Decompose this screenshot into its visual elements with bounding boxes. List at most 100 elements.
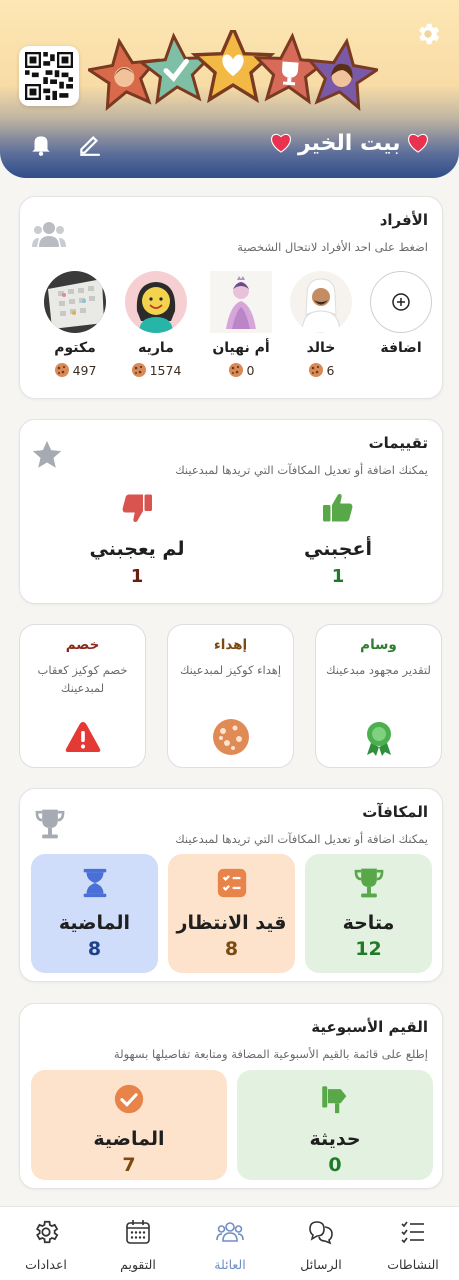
member-khalid[interactable]: خالد 6 (281, 271, 361, 378)
member-points: 6 (281, 362, 361, 378)
edit-pencil-icon[interactable] (77, 131, 103, 157)
dislike-rating[interactable]: لم يعجبني 1 (67, 490, 207, 587)
members-card: الأفراد اضغط على احد الأفراد لانتحال الش… (19, 196, 443, 399)
dislike-label: لم يعجبني (89, 538, 185, 560)
past-weekly-tile[interactable]: الماضية 7 (31, 1070, 227, 1180)
available-count: 12 (355, 938, 382, 960)
gear-icon (35, 1220, 59, 1244)
star-heart-icon (193, 30, 273, 102)
medal-icon (366, 722, 391, 756)
rewards-title: المكافآت (362, 803, 428, 821)
hourglass-icon (83, 868, 106, 898)
megaphone-icon (322, 1086, 347, 1114)
nav-family-label: العائلة (214, 1257, 246, 1272)
avatar (290, 271, 352, 333)
members-title: الأفراد (379, 211, 428, 229)
like-rating[interactable]: أعجبني 1 (268, 490, 408, 587)
warning-icon (65, 722, 100, 752)
avatar (44, 271, 106, 333)
deduct-card[interactable]: خصم خصم كوكيز كعقاب لمبدعينك (19, 624, 146, 768)
add-member-button[interactable]: اضافة (361, 271, 441, 356)
pending-rewards-tile[interactable]: قيد الانتظار 8 (168, 854, 295, 973)
cookie-icon (54, 363, 69, 377)
gift-card[interactable]: إهداء إهداء كوكيز لمبدعينك (167, 624, 294, 768)
dislike-count: 1 (130, 566, 144, 587)
star-icon (32, 440, 62, 468)
past-weekly-label: الماضية (93, 1128, 165, 1150)
deduct-title: خصم (65, 637, 100, 653)
member-um-nahyan[interactable]: أم نهيان 0 (201, 271, 281, 378)
member-name: خالد (306, 340, 336, 356)
add-circle (370, 271, 432, 333)
nav-settings-label: اعدادات (25, 1257, 67, 1272)
heart-icon (407, 133, 428, 153)
calendar-icon (126, 1220, 150, 1244)
member-maktoum[interactable]: مكتوم 497 (35, 271, 115, 378)
pending-label: قيد الانتظار (176, 912, 287, 934)
trophy-icon (354, 868, 383, 898)
nav-messages[interactable]: الرسائل (275, 1207, 367, 1280)
past-rewards-count: 8 (87, 938, 102, 960)
checklist-icon (217, 868, 246, 898)
qr-code[interactable] (19, 46, 79, 106)
checklist-icon (401, 1221, 424, 1244)
member-points-value: 6 (326, 362, 335, 378)
family-name: بيت الخير (298, 130, 401, 156)
add-member-label: اضافة (380, 340, 422, 356)
member-points-value: 1574 (149, 362, 182, 378)
nav-family[interactable]: العائلة (184, 1207, 276, 1280)
past-rewards-label: الماضية (58, 912, 131, 934)
princess-avatar-icon (210, 271, 272, 333)
thumbs-down-icon (122, 494, 152, 522)
like-count: 1 (331, 566, 345, 587)
nav-activities-label: النشاطات (387, 1257, 439, 1272)
new-weekly-label: حديثة (309, 1128, 361, 1150)
past-rewards-tile[interactable]: الماضية 8 (31, 854, 158, 973)
like-label: أعجبني (304, 538, 372, 560)
available-rewards-tile[interactable]: متاحة 12 (305, 854, 432, 973)
members-subtitle: اضغط على احد الأفراد لانتحال الشخصية (237, 240, 428, 254)
member-maria[interactable]: ماريه 1574 (116, 271, 196, 378)
pending-count: 8 (224, 938, 239, 960)
group-icon (32, 222, 66, 247)
member-points-value: 497 (72, 362, 97, 378)
nav-calendar[interactable]: التقويم (92, 1207, 184, 1280)
ratings-subtitle: يمكنك اضافة أو تعديل المكافآت التي تريده… (175, 463, 428, 477)
cookie-icon (212, 719, 249, 755)
chat-bubbles-icon (309, 1221, 333, 1245)
avatar (210, 271, 272, 333)
qr-code-icon (25, 52, 73, 100)
nav-settings[interactable]: اعدادات (0, 1207, 92, 1280)
medal-title: وسام (360, 637, 397, 653)
star-check-icon (138, 32, 214, 104)
rewards-subtitle: يمكنك اضافة أو تعديل المكافآت التي تريده… (175, 832, 428, 846)
member-name: ماريه (138, 340, 174, 356)
trophy-icon (35, 809, 65, 839)
heart-icon (271, 133, 291, 153)
weekly-title: القيم الأسبوعية (311, 1018, 428, 1036)
medal-desc: لتقدير مجهود مبدعينك (326, 663, 431, 677)
plus-circle-icon (392, 293, 410, 311)
star-girl-icon (302, 35, 378, 111)
gift-desc: إهداء كوكيز لمبدعينك (179, 663, 282, 677)
photo-avatar-icon (44, 271, 106, 333)
bell-icon[interactable] (28, 131, 54, 157)
thumbs-up-icon (323, 494, 353, 522)
check-circle-icon (114, 1084, 144, 1114)
new-weekly-tile[interactable]: حديثة 0 (237, 1070, 433, 1180)
deduct-desc: خصم كوكيز كعقاب لمبدعينك (37, 663, 128, 695)
family-icon (216, 1222, 244, 1242)
settings-gear-icon[interactable] (414, 20, 442, 48)
member-name: مكتوم (54, 340, 96, 356)
cookie-icon (131, 363, 146, 377)
nav-messages-label: الرسائل (300, 1257, 342, 1272)
man-avatar-icon (290, 271, 352, 333)
medal-card[interactable]: وسام لتقدير مجهود مبدعينك (315, 624, 442, 768)
available-label: متاحة (342, 912, 395, 934)
nav-activities[interactable]: النشاطات (367, 1207, 459, 1280)
member-points: 1574 (116, 362, 196, 378)
past-weekly-count: 7 (122, 1154, 136, 1176)
weekly-subtitle: إطلع على قائمة بالقيم الأسبوعية المضافة … (113, 1047, 428, 1061)
star-kid-icon (88, 35, 164, 111)
girl-avatar-icon (125, 271, 187, 333)
